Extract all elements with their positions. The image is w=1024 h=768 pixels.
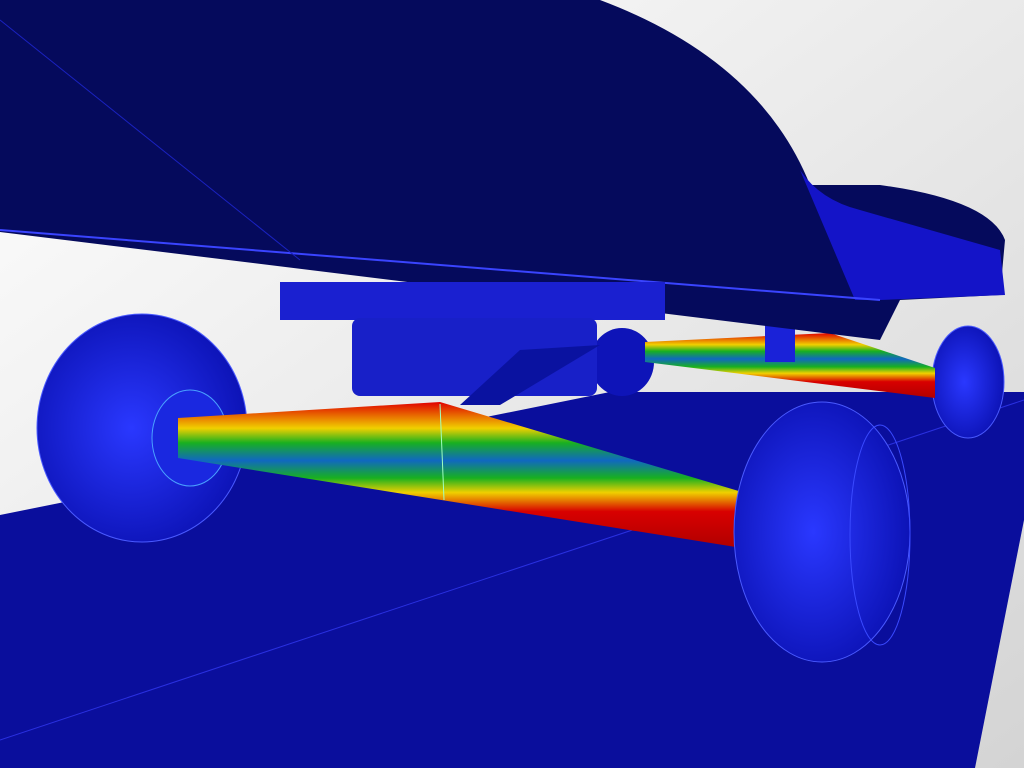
- front-baseplate: [280, 282, 665, 320]
- fea-viewport[interactable]: [0, 0, 1024, 768]
- front-right-wheel: [733, 401, 911, 663]
- rear-right-wheel: [931, 325, 1005, 439]
- rear-left-wheel: [590, 328, 654, 396]
